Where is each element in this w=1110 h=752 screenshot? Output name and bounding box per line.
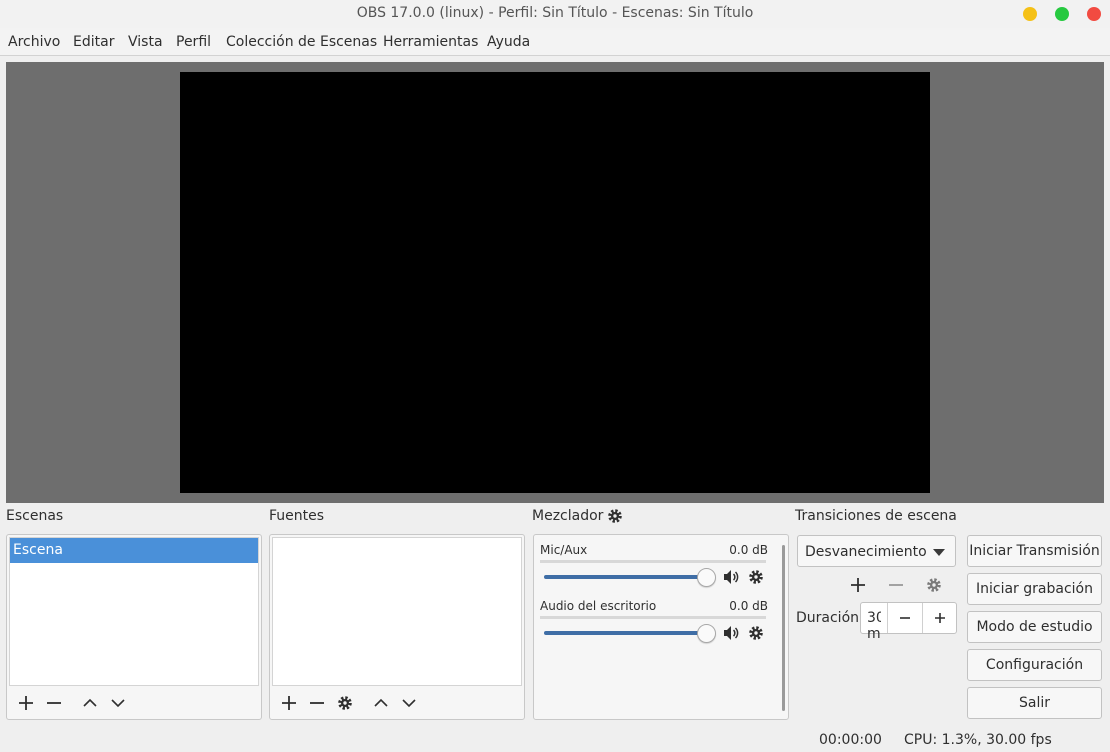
menu-editar[interactable]: Editar xyxy=(73,34,114,50)
duration-label: Duración xyxy=(796,610,860,626)
volume-meter xyxy=(540,560,766,563)
duration-value[interactable]: 300 ms xyxy=(867,610,881,642)
volume-slider-handle[interactable] xyxy=(697,568,716,587)
channel-gear-icon[interactable] xyxy=(747,568,765,586)
menu-bar: Archivo Editar Vista Perfil Colección de… xyxy=(0,28,1110,56)
mixer-scrollbar[interactable] xyxy=(782,545,785,711)
speaker-icon[interactable] xyxy=(722,624,740,642)
move-scene-up-icon[interactable] xyxy=(80,693,100,713)
move-source-down-icon[interactable] xyxy=(399,693,419,713)
mixer-channel-name: Mic/Aux xyxy=(540,543,588,557)
remove-source-icon[interactable] xyxy=(307,693,327,713)
add-transition-icon[interactable] xyxy=(849,576,867,594)
mixer-title: Mezclador xyxy=(532,508,604,524)
remove-transition-icon xyxy=(887,576,905,594)
transition-select-value: Desvanecimiento xyxy=(805,544,927,560)
move-source-up-icon[interactable] xyxy=(371,693,391,713)
exit-button[interactable]: Salir xyxy=(967,687,1102,719)
menu-archivo[interactable]: Archivo xyxy=(8,34,60,50)
volume-slider[interactable] xyxy=(544,575,706,579)
sources-title: Fuentes xyxy=(269,508,325,524)
add-scene-icon[interactable] xyxy=(16,693,36,713)
scene-item[interactable]: Escena xyxy=(10,538,258,563)
sources-panel xyxy=(269,534,525,720)
dropdown-arrow-icon xyxy=(933,549,945,556)
mixer-channel-name: Audio del escritorio xyxy=(540,599,657,613)
menu-vista[interactable]: Vista xyxy=(128,34,163,50)
preview-canvas[interactable] xyxy=(180,72,930,493)
channel-gear-icon[interactable] xyxy=(747,624,765,642)
settings-button[interactable]: Configuración xyxy=(967,649,1102,681)
transition-select[interactable]: Desvanecimiento xyxy=(797,535,956,567)
menu-ayuda[interactable]: Ayuda xyxy=(487,34,530,50)
window-title: OBS 17.0.0 (linux) - Perfil: Sin Título … xyxy=(356,5,754,21)
transitions-title: Transiciones de escena xyxy=(795,508,957,524)
scenes-panel: Escena xyxy=(6,534,262,720)
volume-slider[interactable] xyxy=(544,631,706,635)
start-recording-button[interactable]: Iniciar grabación xyxy=(967,573,1102,605)
move-scene-down-icon[interactable] xyxy=(108,693,128,713)
start-streaming-button[interactable]: Iniciar Transmisión xyxy=(967,535,1102,567)
menu-coleccion-escenas[interactable]: Colección de Escenas xyxy=(226,34,377,50)
duration-increase-icon[interactable] xyxy=(922,603,957,633)
studio-mode-button[interactable]: Modo de estudio xyxy=(967,611,1102,643)
mixer-channel-db: 0.0 dB xyxy=(729,543,768,557)
transition-properties-gear-icon xyxy=(925,576,943,594)
add-source-icon[interactable] xyxy=(279,693,299,713)
close-button[interactable] xyxy=(1087,7,1101,21)
mixer-gear-icon[interactable] xyxy=(606,507,624,525)
maximize-button[interactable] xyxy=(1055,7,1069,21)
remove-scene-icon[interactable] xyxy=(44,693,64,713)
preview-area xyxy=(6,62,1104,503)
volume-slider-handle[interactable] xyxy=(697,624,716,643)
mixer-channel-db: 0.0 dB xyxy=(729,599,768,613)
sources-list[interactable] xyxy=(272,537,522,686)
duration-spinbox[interactable]: 300 ms xyxy=(860,602,957,642)
status-time: 00:00:00 xyxy=(819,732,882,748)
scenes-list[interactable]: Escena xyxy=(9,537,259,686)
menu-herramientas[interactable]: Herramientas xyxy=(383,34,478,50)
menu-perfil[interactable]: Perfil xyxy=(176,34,211,50)
volume-meter xyxy=(540,616,766,619)
mixer-panel: Mic/Aux 0.0 dB Audio del escritorio 0.0 … xyxy=(533,534,789,720)
duration-decrease-icon[interactable] xyxy=(887,603,922,633)
source-properties-gear-icon[interactable] xyxy=(335,693,355,713)
minimize-button[interactable] xyxy=(1023,7,1037,21)
scenes-title: Escenas xyxy=(6,508,64,524)
status-cpu: CPU: 1.3%, 30.00 fps xyxy=(904,732,1052,748)
speaker-icon[interactable] xyxy=(722,568,740,586)
